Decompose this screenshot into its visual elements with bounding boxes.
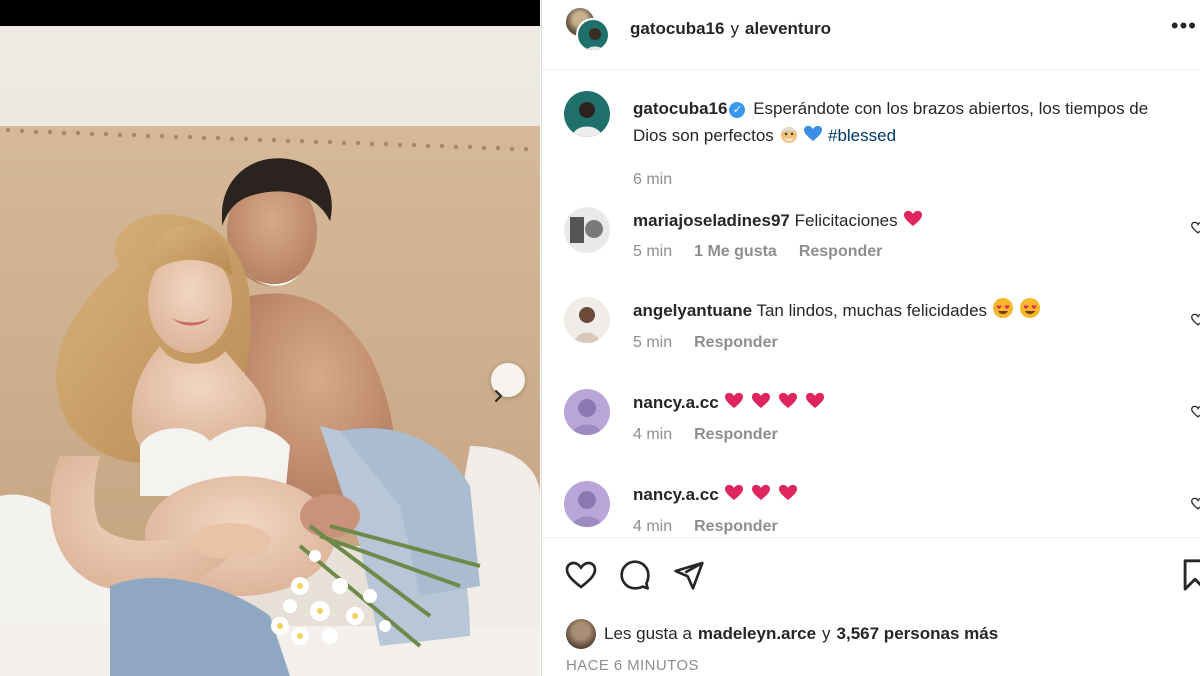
more-icon: ••• xyxy=(1170,13,1197,38)
reply-button[interactable]: Responder xyxy=(694,426,778,444)
comment-time: 4 min xyxy=(633,518,673,535)
likes-summary: Les gusta a madeleyn.arce y 3,567 person… xyxy=(566,619,998,649)
comment-body: angelyantuane Tan lindos, muchas felicid… xyxy=(633,297,1177,327)
comments-list: gatocuba16 ✓ Esperándote con los brazos a… xyxy=(542,71,1200,537)
like-comment-heart-icon[interactable] xyxy=(1191,221,1200,235)
heart-eyes-emoji xyxy=(1019,297,1041,327)
caption-body: gatocuba16 ✓ Esperándote con los brazos a… xyxy=(633,95,1177,152)
author-username[interactable]: gatocuba16 xyxy=(630,19,724,39)
red-heart-emoji xyxy=(777,391,799,419)
divider xyxy=(542,537,1200,538)
blue-heart-icon xyxy=(803,124,823,152)
comment-text: Felicitaciones xyxy=(794,211,898,230)
verified-icon: ✓ xyxy=(729,102,746,118)
authors-conjunction: y xyxy=(730,19,739,38)
caption-username[interactable]: gatocuba16 xyxy=(633,99,727,118)
caption-time: 6 min xyxy=(633,171,673,188)
likes-prefix: Les gusta a xyxy=(604,624,692,643)
comment-meta: 4 min Responder xyxy=(633,426,778,444)
caption-meta: 6 min xyxy=(633,171,672,189)
reply-button[interactable]: Responder xyxy=(694,334,778,352)
avatar[interactable] xyxy=(564,91,610,137)
red-heart-emoji xyxy=(777,483,799,511)
post-authors: gatocuba16 y aleventuro xyxy=(630,19,831,39)
avatar[interactable] xyxy=(564,297,610,343)
more-options-button[interactable]: ••• xyxy=(1170,13,1197,38)
like-button[interactable] xyxy=(564,558,598,592)
comment-username[interactable]: nancy.a.cc xyxy=(633,393,719,412)
post-actions xyxy=(564,558,706,592)
comment-meta: 5 min 1 Me gusta Responder xyxy=(633,243,882,261)
comment-username[interactable]: angelyantuane xyxy=(633,301,752,320)
red-heart-emoji xyxy=(723,483,745,511)
comment-time: 5 min xyxy=(633,334,673,351)
heart-eyes-emoji xyxy=(992,297,1014,327)
coauthor-username[interactable]: aleventuro xyxy=(745,19,831,39)
avatar[interactable] xyxy=(576,18,610,52)
post-time-ago: HACE 6 MINUTOS xyxy=(566,657,699,674)
comment-button[interactable] xyxy=(618,558,652,592)
reply-button[interactable]: Responder xyxy=(799,243,883,261)
avatar[interactable] xyxy=(564,207,610,253)
collab-avatars[interactable] xyxy=(564,6,612,54)
heart-icon xyxy=(565,561,597,589)
comment-meta: 5 min Responder xyxy=(633,334,778,352)
share-button[interactable] xyxy=(672,558,706,592)
next-photo-button[interactable] xyxy=(491,363,525,402)
avatar[interactable] xyxy=(564,389,610,435)
couple-photo xyxy=(0,26,540,676)
red-heart-emoji xyxy=(723,391,745,419)
red-heart-emoji xyxy=(750,483,772,511)
comment-username[interactable]: nancy.a.cc xyxy=(633,485,719,504)
like-comment-heart-icon[interactable] xyxy=(1191,497,1200,511)
comment-username[interactable]: mariajoseladines97 xyxy=(633,211,790,230)
likes-username[interactable]: madeleyn.arce xyxy=(698,624,816,644)
chevron-right-icon xyxy=(495,390,502,402)
comment-likes-link[interactable]: 1 Me gusta xyxy=(694,243,777,261)
comment-body: nancy.a.cc xyxy=(633,389,1177,419)
avatar[interactable] xyxy=(564,481,610,527)
post-header: gatocuba16 y aleventuro ••• xyxy=(542,0,1200,70)
like-comment-heart-icon[interactable] xyxy=(1191,313,1200,327)
like-comment-heart-icon[interactable] xyxy=(1191,405,1200,419)
comment-time: 4 min xyxy=(633,426,673,443)
likes-conjunction: y xyxy=(822,624,831,643)
comment-time: 5 min xyxy=(633,243,673,260)
likes-count-link[interactable]: 3,567 personas más xyxy=(837,624,999,644)
reply-button[interactable]: Responder xyxy=(694,518,778,536)
red-heart-emoji xyxy=(750,391,772,419)
post-sidebar: gatocuba16 y aleventuro ••• gatocuba16 ✓ … xyxy=(541,0,1200,676)
comment-text: Tan lindos, muchas felicidades xyxy=(756,301,988,320)
grandpa-emoji-icon xyxy=(779,124,799,152)
comment-body: nancy.a.cc xyxy=(633,481,1177,511)
red-heart-emoji xyxy=(804,391,826,419)
post-photo[interactable] xyxy=(0,0,540,676)
photo-top-band xyxy=(0,0,540,26)
avatar[interactable] xyxy=(566,619,596,649)
red-heart-emoji xyxy=(902,209,924,237)
comment-body: mariajoseladines97 Felicitaciones xyxy=(633,207,1177,237)
comment-icon xyxy=(620,560,650,590)
share-icon xyxy=(674,561,704,590)
hashtag-link[interactable]: #blessed xyxy=(828,126,896,145)
comment-meta: 4 min Responder xyxy=(633,518,778,536)
bookmark-icon[interactable] xyxy=(1178,558,1200,592)
